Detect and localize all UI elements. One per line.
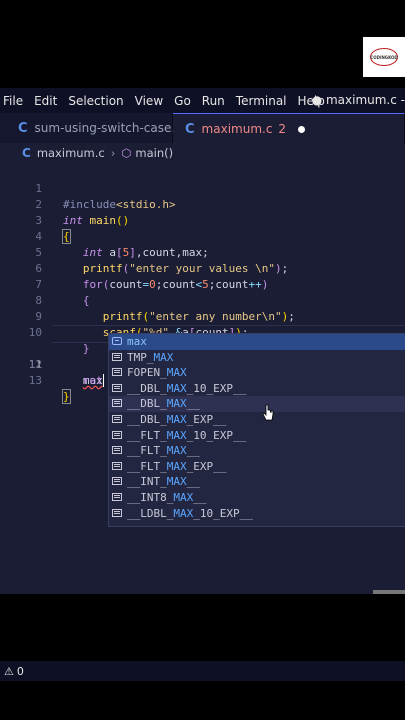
suggestion-label: __LDBL_MAX_10_EXP__ [127,506,253,520]
menu-run[interactable]: Run [202,94,225,108]
status-bar: ⚠ 0 [0,661,405,681]
text-icon [112,492,122,501]
code-line: 7 { [0,261,405,307]
text-icon [112,414,122,423]
suggestion-item[interactable]: FOPEN_MAX [109,365,405,381]
breadcrumb-file[interactable]: maximum.c [37,146,105,160]
text-icon [112,399,122,408]
code-line: 4 int a[5],count,max; [0,213,405,259]
tab-label: sum-using-switch-case.c [34,121,182,135]
breadcrumb: C maximum.c › ⬡ main() [0,143,405,163]
suggestion-label: TMP_MAX [127,350,174,364]
code-line: 3 { [0,197,405,244]
suggestion-item[interactable]: __DBL_MAX_10_EXP__ [109,381,405,397]
line-number: 13 [28,374,42,387]
text-icon [112,352,122,361]
code-line: 5 printf("enter your values \n"); [0,229,405,275]
code-line: 6 for(count=0;count<5;count++) [0,245,405,291]
function-cube-icon: ⬡ [121,146,132,160]
text-icon [112,461,122,470]
suggestion-item[interactable]: TMP_MAX [109,350,405,366]
suggestion-label: FOPEN_MAX [127,366,187,380]
suggestion-item[interactable]: max [109,334,405,350]
suggestion-label: __DBL_MAX__ [127,397,200,411]
text-icon [112,446,122,455]
c-file-icon: C [185,121,195,137]
menu-file[interactable]: File [3,94,23,108]
menu-terminal[interactable]: Terminal [236,94,287,108]
tab-sum-using-switch-case[interactable]: C sum-using-switch-case.c [0,113,182,143]
horizontal-scrollbar[interactable] [373,590,405,594]
suggestion-label: __FLT_MAX_10_EXP__ [127,428,247,442]
menu-selection[interactable]: Selection [68,94,123,108]
text-icon [112,508,122,517]
text-icon [112,477,122,486]
code-line: 2 int main() [0,181,405,227]
suggestion-item[interactable]: __DBL_MAX__ [109,396,405,412]
suggestion-label: __INT8_MAX__ [127,490,207,504]
tab-label: maximum.c [201,122,273,136]
code-line: 1 #include<stdio.h> [0,165,405,211]
breadcrumb-symbol[interactable]: main() [135,146,173,160]
suggestion-item[interactable]: __FLT_MAX_10_EXP__ [109,428,405,444]
suggestion-item[interactable]: __FLT_MAX__ [109,443,405,459]
line-text: } [62,389,71,404]
c-file-icon: C [22,146,31,160]
menubar: File Edit Selection View Go Run Terminal… [0,88,405,113]
text-icon [112,430,122,439]
warning-icon[interactable]: ⚠ [4,665,14,678]
menu-go[interactable]: Go [174,94,191,108]
suggestion-label: __FLT_MAX__ [127,444,200,458]
unsaved-dot-icon[interactable] [298,125,306,133]
c-file-icon: C [18,120,28,136]
autocomplete-popup: max TMP_MAX FOPEN_MAX __DBL_MAX_10_EXP__… [108,333,405,527]
code-line: 9 scanf("%d",&a[count]); [0,293,405,339]
suggestion-item[interactable]: __INT8_MAX__ [109,490,405,506]
suggestion-label: __DBL_MAX_EXP__ [127,412,227,426]
suggestion-label: __DBL_MAX_10_EXP__ [127,381,247,395]
channel-logo: CODINGKOD [363,37,405,77]
code-line: 8 printf("enter any number\n"); [0,277,405,323]
suggestion-item[interactable]: __LDBL_MAX_10_EXP__ [109,506,405,522]
menu-edit[interactable]: Edit [34,94,57,108]
suggestion-label: __INT_MAX__ [127,475,200,489]
variable-icon [112,337,122,345]
window-title: ● maximum.c - [311,93,405,107]
logo-ring: CODINGKOD [370,48,398,66]
text-icon [112,383,122,392]
chevron-right-icon: › [110,146,116,160]
code-line: 10 } [0,309,405,355]
suggestion-item[interactable]: __INT_MAX__ [109,474,405,490]
suggestion-item[interactable]: __DBL_MAX_EXP__ [109,412,405,428]
mouse-pointer-icon [262,404,274,421]
suggestion-label: __FLT_MAX_EXP__ [127,459,227,473]
problem-count-badge: 2 [278,122,287,136]
line-text: ret [82,374,103,387]
warning-count[interactable]: 0 [17,665,24,678]
text-icon [112,368,122,377]
suggestion-label: max [127,335,147,348]
menu-view[interactable]: View [135,94,163,108]
logo-text: CODINGKOD [370,54,398,60]
suggestion-item[interactable]: __FLT_MAX_EXP__ [109,459,405,475]
editor-tabs: C sum-using-switch-case.c C maximum.c 2 [0,113,405,144]
tab-maximum[interactable]: C maximum.c 2 [173,113,405,144]
